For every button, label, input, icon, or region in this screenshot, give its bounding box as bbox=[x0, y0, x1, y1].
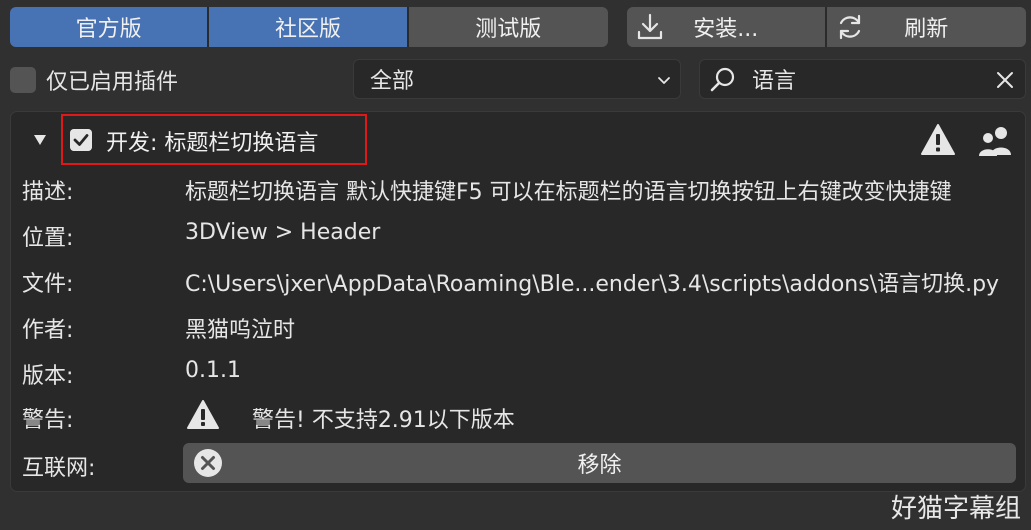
tab-official[interactable]: 官方版 bbox=[10, 7, 210, 47]
download-icon bbox=[637, 13, 663, 40]
checkbox-checked-icon[interactable] bbox=[70, 129, 92, 151]
version-label: 版本: bbox=[22, 364, 74, 389]
search-field[interactable] bbox=[699, 59, 1026, 99]
author-label: 作者: bbox=[22, 318, 74, 343]
author-value: 黑猫呜泣时 bbox=[185, 318, 296, 343]
warning-icon bbox=[921, 124, 955, 155]
users-icon bbox=[979, 127, 1011, 156]
tab-testing[interactable]: 测试版 bbox=[408, 7, 608, 47]
source-tabs: 官方版 社区版 测试版 bbox=[10, 7, 608, 47]
warning-text: 警告! 不支持2.91以下版本 bbox=[252, 408, 515, 433]
chevron-down-icon bbox=[658, 77, 670, 84]
category-value: 全部 bbox=[370, 69, 415, 94]
remove-x-icon bbox=[194, 449, 222, 477]
remove-label: 移除 bbox=[577, 453, 622, 478]
description-value: 标题栏切换语言 默认快捷键F5 可以在标题栏的语言切换按钮上右键改变快捷键 bbox=[185, 180, 952, 205]
warning-icon bbox=[187, 400, 219, 429]
install-button[interactable]: 安装... bbox=[627, 7, 827, 47]
enabled-only-label: 仅已启用插件 bbox=[46, 70, 179, 95]
refresh-label: 刷新 bbox=[904, 17, 949, 42]
warning-label: 警告: bbox=[22, 408, 74, 433]
refresh-icon bbox=[839, 14, 860, 40]
addon-preferences: 官方版 社区版 测试版 安装... 刷新 仅已启用插件 全部 语言 开发: 标题… bbox=[0, 0, 1031, 530]
watermark: 好猫字幕组 bbox=[890, 494, 1021, 524]
enabled-only-checkbox[interactable] bbox=[10, 67, 36, 93]
file-value: C:\Users\jxer\AppData\Roaming\Ble...ende… bbox=[185, 272, 1000, 297]
category-select[interactable]: 全部 bbox=[353, 59, 681, 99]
clear-icon[interactable] bbox=[993, 68, 1017, 92]
refresh-button[interactable]: 刷新 bbox=[826, 7, 1026, 47]
search-input[interactable] bbox=[752, 64, 982, 94]
enabled-only-filter[interactable]: 仅已启用插件 bbox=[10, 64, 178, 96]
location-label: 位置: bbox=[22, 226, 74, 251]
addon-title: 开发: 标题栏切换语言 bbox=[106, 131, 319, 156]
search-icon bbox=[710, 67, 735, 92]
location-value: 3DView > Header bbox=[185, 220, 381, 245]
internet-label: 互联网: bbox=[22, 456, 96, 481]
description-label: 描述: bbox=[22, 180, 74, 205]
actions-group: 安装... 刷新 bbox=[627, 7, 1026, 47]
tab-community[interactable]: 社区版 bbox=[209, 7, 409, 47]
version-value: 0.1.1 bbox=[185, 358, 241, 383]
expand-triangle-icon[interactable] bbox=[32, 132, 48, 148]
remove-button[interactable]: 移除 bbox=[183, 443, 1016, 483]
file-label: 文件: bbox=[22, 272, 74, 297]
install-label: 安装... bbox=[693, 17, 759, 42]
addon-panel bbox=[10, 111, 1026, 492]
